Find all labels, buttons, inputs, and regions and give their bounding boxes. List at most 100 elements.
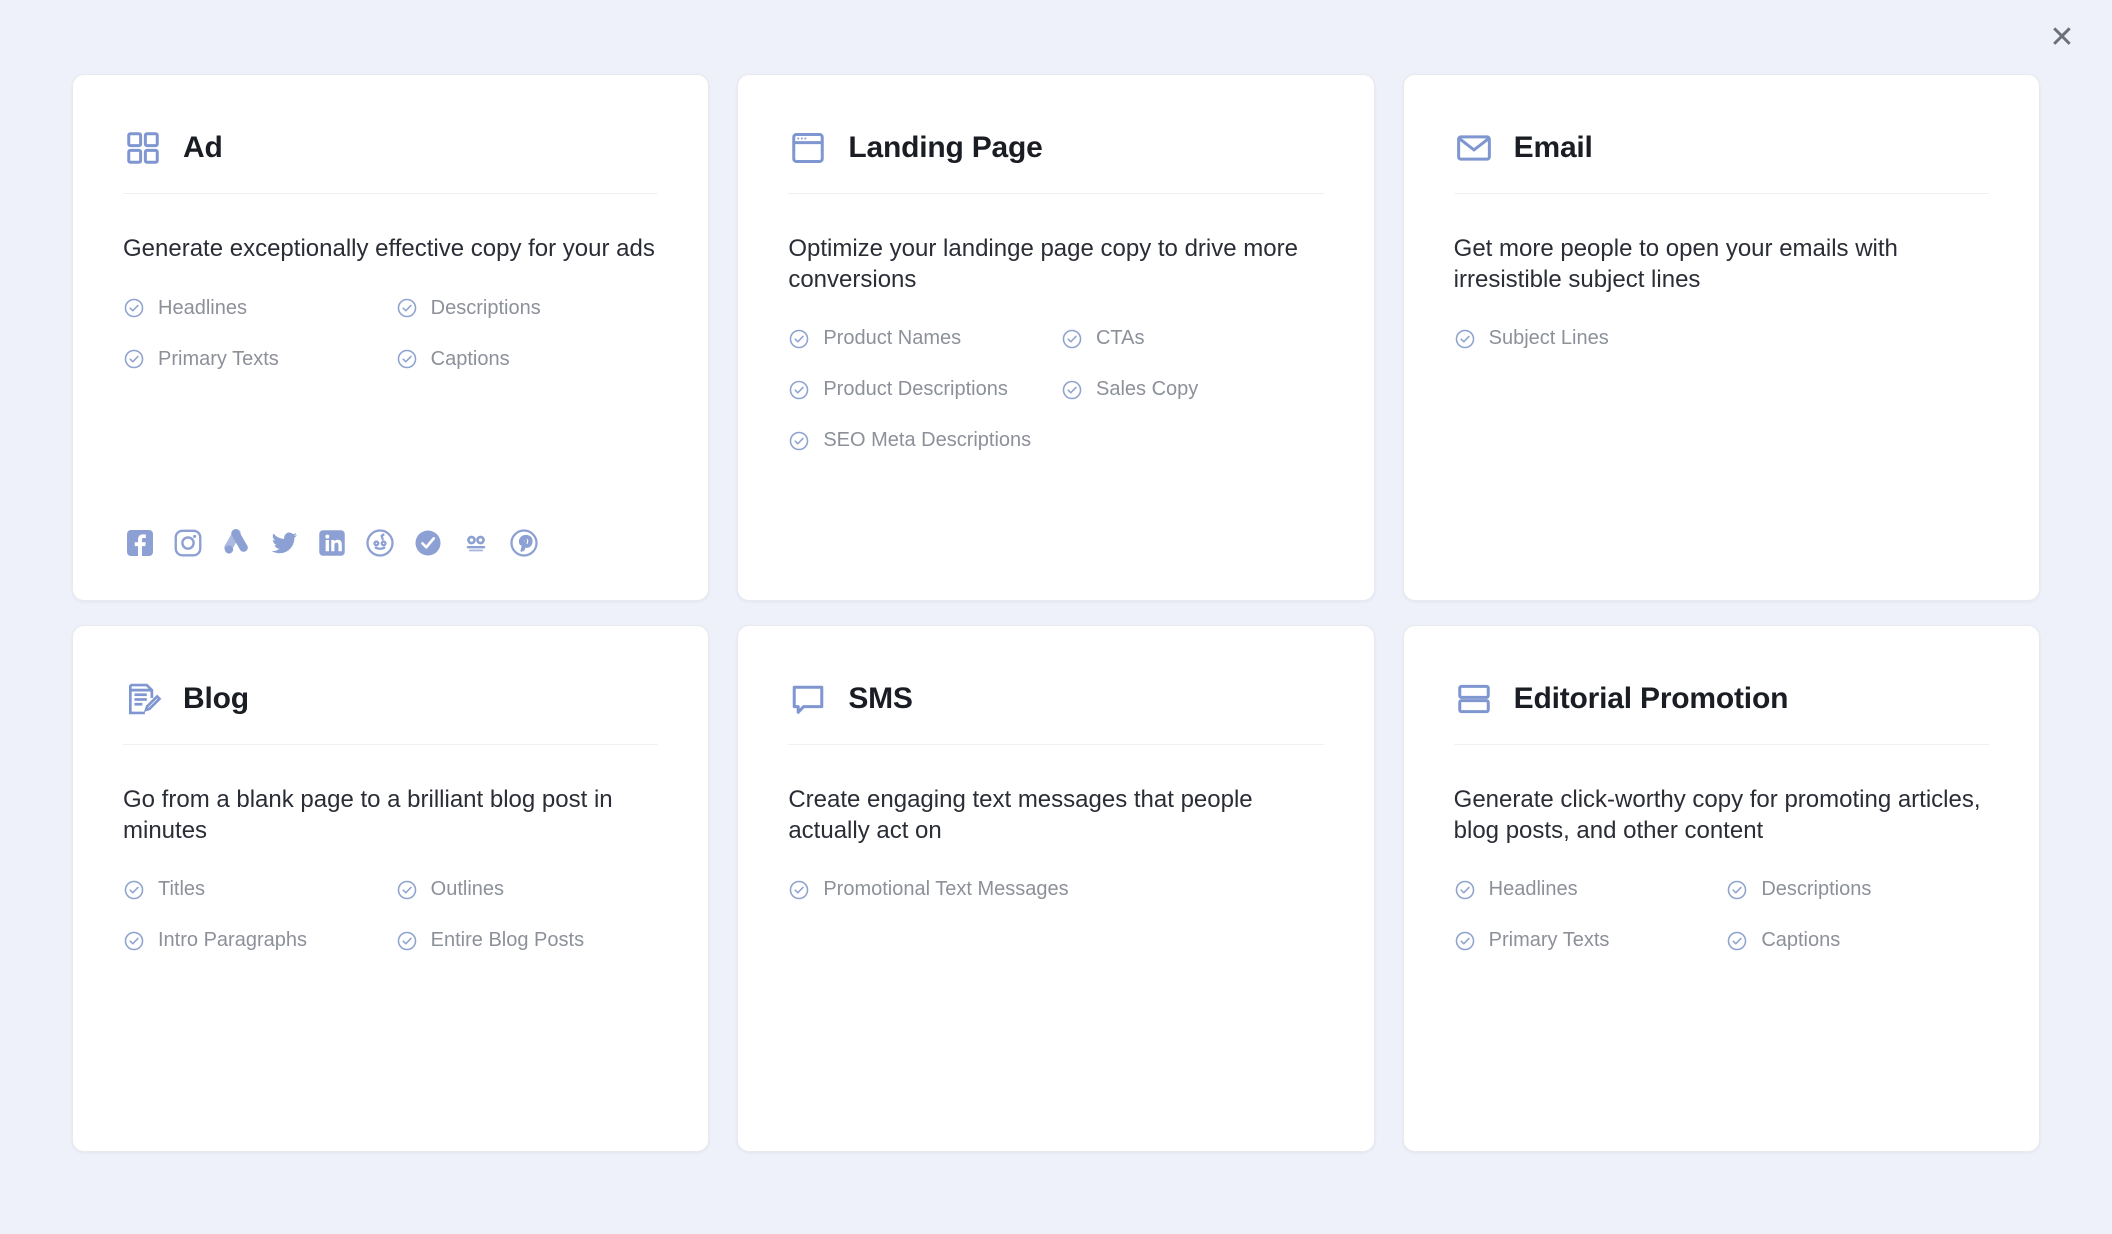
card-header: Landing Page	[788, 109, 1323, 187]
feature-label: Primary Texts	[1488, 929, 1610, 952]
card-title: Editorial Promotion	[1513, 682, 1789, 715]
template-card-grid: Ad Generate exceptionally effective copy …	[72, 74, 2040, 1152]
google-ads-icon	[219, 526, 253, 560]
feature-item: Primary Texts	[123, 348, 386, 371]
check-circle-icon	[1454, 930, 1476, 952]
feature-label: Primary Texts	[158, 347, 279, 370]
feature-label: Captions	[1761, 929, 1841, 952]
feature-label: Sales Copy	[1095, 378, 1199, 401]
card-description: Create engaging text messages that peopl…	[788, 786, 1253, 844]
check-circle-icon	[1061, 379, 1083, 401]
feature-label: Outlines	[430, 878, 505, 901]
document-pencil-icon	[123, 679, 163, 719]
check-circle-icon	[123, 930, 145, 952]
feature-label: Intro Paragraphs	[158, 929, 307, 952]
card-divider	[788, 193, 1324, 194]
check-circle-icon	[1454, 879, 1476, 901]
feature-item: Captions	[1726, 929, 1989, 952]
card-divider	[123, 744, 659, 745]
card-title: Ad	[183, 131, 223, 164]
card-description: Generate click-worthy copy for promoting…	[1453, 786, 1981, 844]
card-divider	[1453, 744, 1989, 745]
template-card-blog[interactable]: Blog Go from a blank page to a brilliant …	[72, 625, 710, 1152]
feature-item: Promotional Text Messages	[788, 878, 1323, 901]
feature-item: Product Names	[788, 327, 1051, 350]
check-circle-icon	[396, 297, 418, 319]
feature-item: Entire Blog Posts	[396, 929, 659, 952]
template-card-email[interactable]: Email Get more people to open your emails…	[1402, 74, 2040, 601]
card-description: Get more people to open your emails with…	[1453, 235, 1898, 293]
feature-label: Descriptions	[430, 296, 541, 319]
feature-list: Promotional Text Messages	[788, 878, 1323, 901]
feature-item: Captions	[396, 348, 659, 371]
feature-label: Entire Blog Posts	[430, 929, 585, 952]
feature-item: Headlines	[1454, 878, 1717, 901]
feature-item: Titles	[123, 878, 386, 901]
card-header: Ad	[123, 109, 658, 187]
reddit-icon	[363, 526, 397, 560]
card-title: Blog	[183, 682, 249, 715]
feature-label: Headlines	[1488, 878, 1578, 901]
check-circle-icon	[788, 379, 810, 401]
feature-label: Descriptions	[1761, 878, 1872, 901]
card-description: Go from a blank page to a brilliant blog…	[123, 786, 613, 844]
template-card-editorial-promotion[interactable]: Editorial Promotion Generate click-worthy…	[1402, 625, 2040, 1152]
feature-list: Titles Outlines Intro Paragraphs Entire Blo…	[123, 878, 658, 952]
envelope-icon	[1454, 128, 1494, 168]
template-card-ad[interactable]: Ad Generate exceptionally effective copy …	[72, 74, 710, 601]
stacked-rows-icon	[1454, 679, 1494, 719]
quora-icon	[411, 526, 445, 560]
twitter-icon	[267, 526, 301, 560]
social-platform-list	[123, 498, 658, 560]
card-header: Editorial Promotion	[1454, 660, 1989, 738]
template-card-landing-page[interactable]: Landing Page Optimize your landinge page …	[737, 74, 1375, 601]
feature-label: SEO Meta Descriptions	[823, 429, 1032, 452]
instagram-icon	[171, 526, 205, 560]
feature-label: CTAs	[1095, 327, 1145, 350]
feature-item: Sales Copy	[1061, 378, 1324, 401]
check-circle-icon	[123, 879, 145, 901]
check-circle-icon	[1726, 930, 1748, 952]
check-circle-icon	[123, 348, 145, 370]
card-divider	[788, 744, 1324, 745]
check-circle-icon	[396, 930, 418, 952]
feature-label: Product Names	[823, 327, 962, 350]
check-circle-icon	[1061, 328, 1083, 350]
card-description: Generate exceptionally effective copy fo…	[123, 235, 655, 262]
card-header: SMS	[788, 660, 1323, 738]
feature-item: Subject Lines	[1454, 327, 1989, 350]
feature-list: Headlines Descriptions Primary Texts Captio…	[123, 297, 658, 371]
templates-picker-screen: ✕ Ad Generate exceptionally effective cop…	[0, 0, 2112, 1234]
feature-list: Subject Lines	[1454, 327, 1989, 350]
check-circle-icon	[396, 879, 418, 901]
feature-item: Intro Paragraphs	[123, 929, 386, 952]
check-circle-icon	[123, 297, 145, 319]
close-icon[interactable]: ✕	[2040, 16, 2084, 60]
check-circle-icon	[788, 879, 810, 901]
check-circle-icon	[788, 328, 810, 350]
card-title: Landing Page	[848, 131, 1043, 164]
template-card-sms[interactable]: SMS Create engaging text messages that pe…	[737, 625, 1375, 1152]
grid-2x2-icon	[123, 128, 163, 168]
feature-item: Headlines	[123, 297, 386, 320]
card-description: Optimize your landinge page copy to driv…	[788, 235, 1298, 293]
check-circle-icon	[1726, 879, 1748, 901]
feature-label: Captions	[430, 347, 510, 370]
card-divider	[123, 193, 659, 194]
speech-bubble-icon	[788, 679, 828, 719]
check-circle-icon	[396, 348, 418, 370]
check-circle-icon	[788, 430, 810, 452]
browser-window-icon	[788, 128, 828, 168]
feature-item: Descriptions	[396, 297, 659, 320]
linkedin-icon	[315, 526, 349, 560]
feature-label: Promotional Text Messages	[823, 878, 1069, 901]
feature-label: Titles	[158, 878, 206, 901]
card-title: SMS	[848, 682, 913, 715]
card-header: Blog	[123, 660, 658, 738]
card-header: Email	[1454, 109, 1989, 187]
pinterest-icon	[507, 526, 541, 560]
feature-item: Descriptions	[1726, 878, 1989, 901]
card-divider	[1453, 193, 1989, 194]
feature-label: Subject Lines	[1488, 327, 1609, 350]
check-circle-icon	[1454, 328, 1476, 350]
